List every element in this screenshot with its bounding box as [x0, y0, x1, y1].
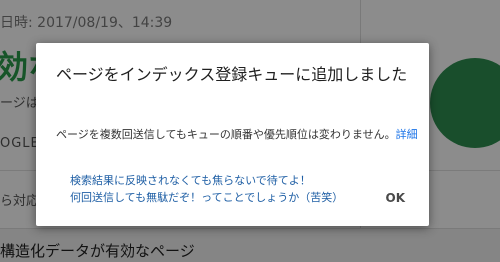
ok-button[interactable]: OK [378, 185, 414, 211]
dialog-body-text: ページを複数回送信してもキューの順番や優先順位は変わりません。 [56, 128, 396, 141]
dialog-annotation: 検索結果に反映されなくても焦らないで待てよ！ 何回送信しても無駄だぞ！ってことで… [70, 172, 390, 206]
dialog-title: ページをインデックス登録キューに追加しました [56, 65, 408, 84]
indexing-dialog: ページをインデックス登録キューに追加しました ページを複数回送信してもキューの順… [36, 43, 429, 226]
annotation-line-1: 検索結果に反映されなくても焦らないで待てよ！ [70, 174, 311, 187]
dialog-body: ページを複数回送信してもキューの順番や優先順位は変わりません。詳細 [56, 126, 418, 143]
details-link[interactable]: 詳細 [396, 128, 418, 141]
annotation-line-2: 何回送信しても無駄だぞ！ってことでしょうか（苦笑） [70, 191, 344, 204]
